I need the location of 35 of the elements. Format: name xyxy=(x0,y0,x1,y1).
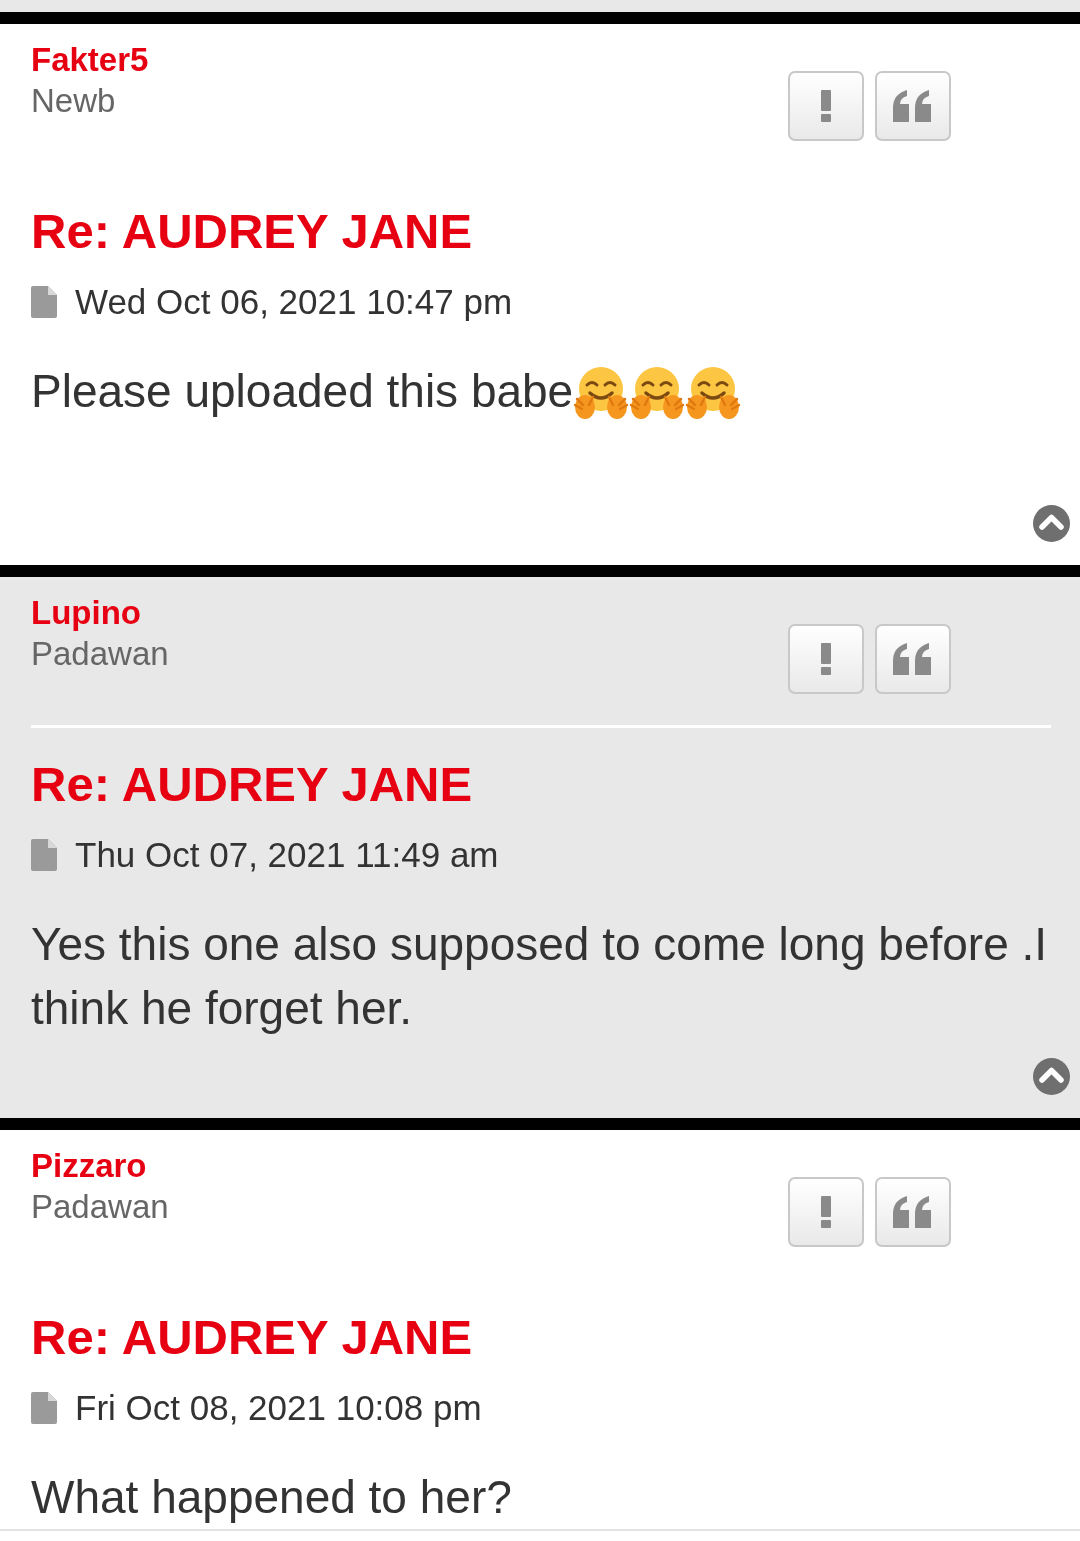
hugging-emoji-icon xyxy=(629,365,686,421)
quote-button[interactable] xyxy=(875,71,951,141)
report-button[interactable] xyxy=(788,624,864,694)
document-icon xyxy=(31,1392,57,1424)
post-title[interactable]: Re: AUDREY JANE xyxy=(31,201,1050,261)
username-link[interactable]: Pizzaro xyxy=(31,1146,169,1186)
post-date: Wed Oct 06, 2021 10:47 pm xyxy=(75,282,513,322)
quote-icon xyxy=(893,90,933,122)
report-button[interactable] xyxy=(788,1177,864,1247)
user-rank: Padawan xyxy=(31,634,169,674)
quote-button[interactable] xyxy=(875,1177,951,1247)
exclamation-icon xyxy=(820,643,832,675)
post-text: What happened to her? xyxy=(31,1471,512,1523)
quote-icon xyxy=(893,643,933,675)
username-link[interactable]: Lupino xyxy=(31,593,169,633)
document-icon xyxy=(31,839,57,871)
quote-button[interactable] xyxy=(875,624,951,694)
post-title[interactable]: Re: AUDREY JANE xyxy=(31,1307,1050,1367)
document-icon xyxy=(31,286,57,318)
post-text: Please uploaded this babe xyxy=(31,365,574,417)
post-date: Thu Oct 07, 2021 11:49 am xyxy=(75,835,499,875)
hugging-emoji-icon xyxy=(573,365,630,421)
back-to-top-icon[interactable] xyxy=(1033,505,1070,542)
report-button[interactable] xyxy=(788,71,864,141)
user-rank: Newb xyxy=(31,81,117,121)
hugging-emoji-icon xyxy=(685,365,742,421)
username-link[interactable]: Fakter5 xyxy=(31,40,149,80)
post-date: Fri Oct 08, 2021 10:08 pm xyxy=(75,1388,482,1428)
quote-icon xyxy=(893,1196,933,1228)
exclamation-icon xyxy=(820,1196,832,1228)
exclamation-icon xyxy=(820,90,832,122)
user-rank: Padawan xyxy=(31,1187,169,1227)
back-to-top-icon[interactable] xyxy=(1033,1058,1070,1095)
post-text: Yes this one also supposed to come long before .I think he forget her. xyxy=(31,918,1048,1034)
post-title[interactable]: Re: AUDREY JANE xyxy=(31,754,1050,814)
